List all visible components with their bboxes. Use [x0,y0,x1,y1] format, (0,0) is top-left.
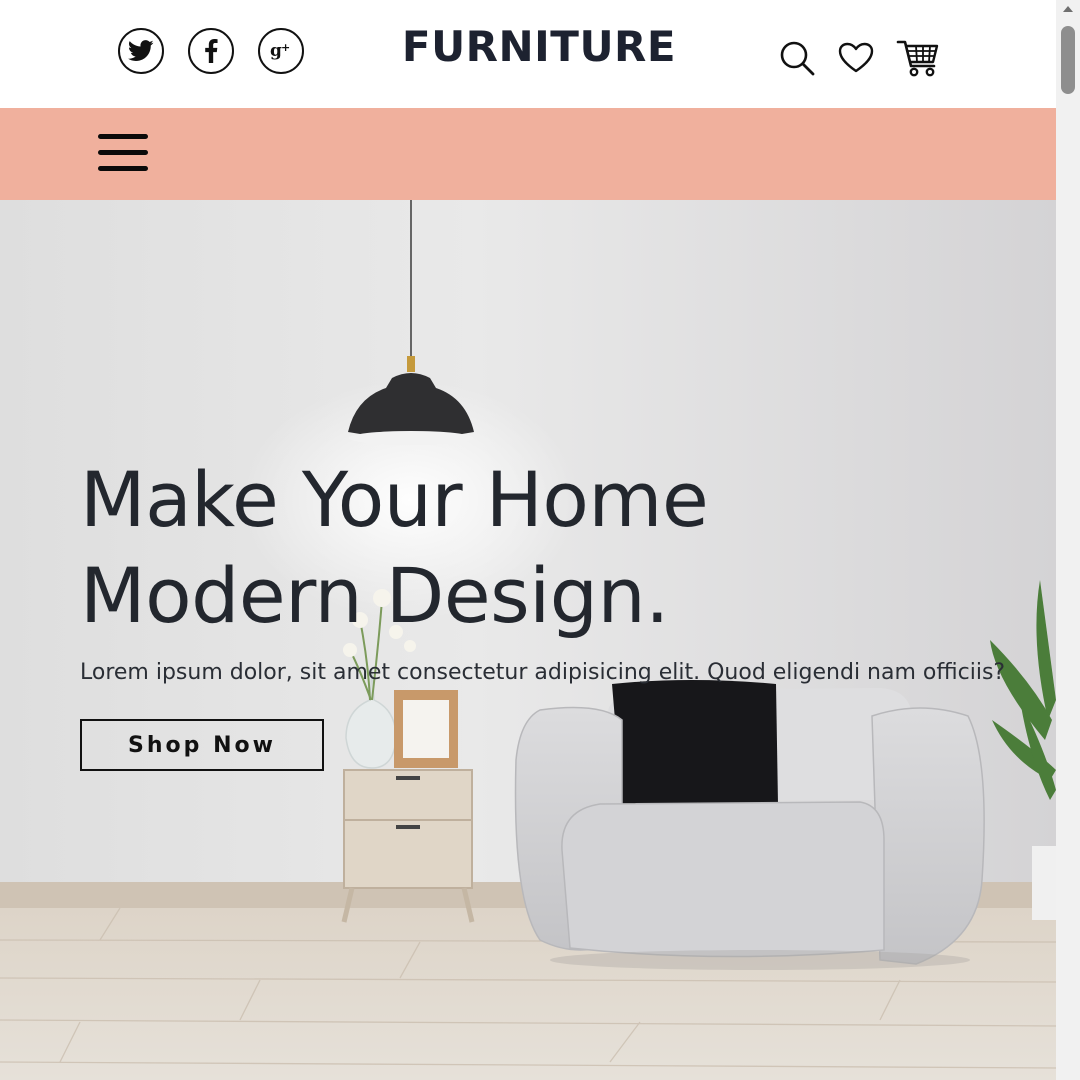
scroll-thumb[interactable] [1061,26,1075,94]
hero-title-line-2: Modern Design. [80,551,669,640]
hero-description: Lorem ipsum dolor, sit amet consectetur … [80,660,1006,685]
page: g + FURNITURE Make Your Home Modern Desi… [0,0,1056,1080]
shop-now-button[interactable]: Shop Now [80,719,324,771]
menu-bar [0,108,1056,200]
site-header: g + FURNITURE [0,0,1056,108]
header-actions [778,38,940,78]
cart-icon[interactable] [896,38,940,78]
search-icon[interactable] [778,39,816,77]
heart-icon[interactable] [838,42,874,74]
scrollbar[interactable] [1056,0,1080,1080]
scroll-up-arrow-icon[interactable] [1063,6,1073,12]
hamburger-menu-icon[interactable] [98,134,150,174]
hero-title-line-1: Make Your Home [80,455,709,544]
hero-title: Make Your Home Modern Design. [80,452,709,644]
